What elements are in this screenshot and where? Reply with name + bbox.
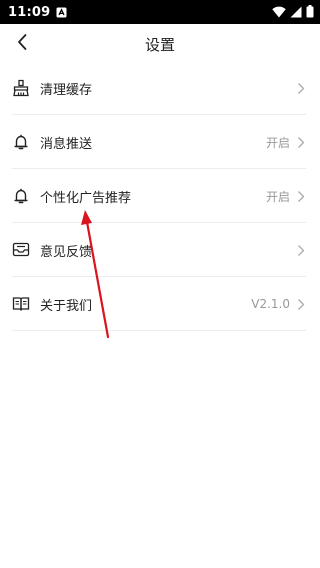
status-time: 11:09	[8, 4, 51, 20]
setting-row-feedback[interactable]: 意见反馈	[0, 223, 320, 277]
setting-label: 个性化广告推荐	[40, 190, 132, 206]
chevron-right-icon	[296, 243, 306, 257]
setting-label: 意见反馈	[40, 244, 93, 260]
signal-icon	[290, 3, 302, 22]
setting-label: 清理缓存	[40, 82, 93, 98]
setting-row-clear-cache[interactable]: 清理缓存	[0, 61, 320, 115]
back-arrow-icon	[16, 33, 28, 55]
chevron-right-icon	[296, 297, 306, 311]
setting-row-push-notification[interactable]: 消息推送 开启	[0, 115, 320, 169]
nav-bar: 设置	[0, 24, 320, 64]
chevron-right-icon	[296, 189, 306, 203]
setting-label: 消息推送	[40, 136, 93, 152]
bell-icon	[12, 133, 30, 151]
bell-icon	[12, 187, 30, 205]
page-title: 设置	[144, 35, 175, 54]
setting-value: V2.1.0	[251, 297, 290, 311]
battery-icon	[306, 3, 314, 22]
chevron-right-icon	[296, 135, 306, 149]
chevron-right-icon	[296, 81, 306, 95]
message-icon	[12, 241, 30, 259]
setting-label: 关于我们	[40, 298, 93, 314]
setting-row-about-us[interactable]: 关于我们 V2.1.0	[0, 277, 320, 331]
notification-icon	[56, 3, 67, 22]
status-bar: 11:09	[0, 0, 320, 24]
setting-value: 开启	[265, 135, 290, 150]
wifi-icon	[272, 3, 286, 22]
back-button[interactable]	[8, 30, 36, 58]
setting-row-personalized-ads[interactable]: 个性化广告推荐 开启	[0, 169, 320, 223]
settings-list: 清理缓存 消息推送 开启 个性化广告推荐 开启 意见反馈 关于我们 V2.1.0	[0, 61, 320, 331]
setting-value: 开启	[265, 189, 290, 204]
broom-icon	[12, 79, 30, 97]
book-icon	[12, 295, 30, 313]
